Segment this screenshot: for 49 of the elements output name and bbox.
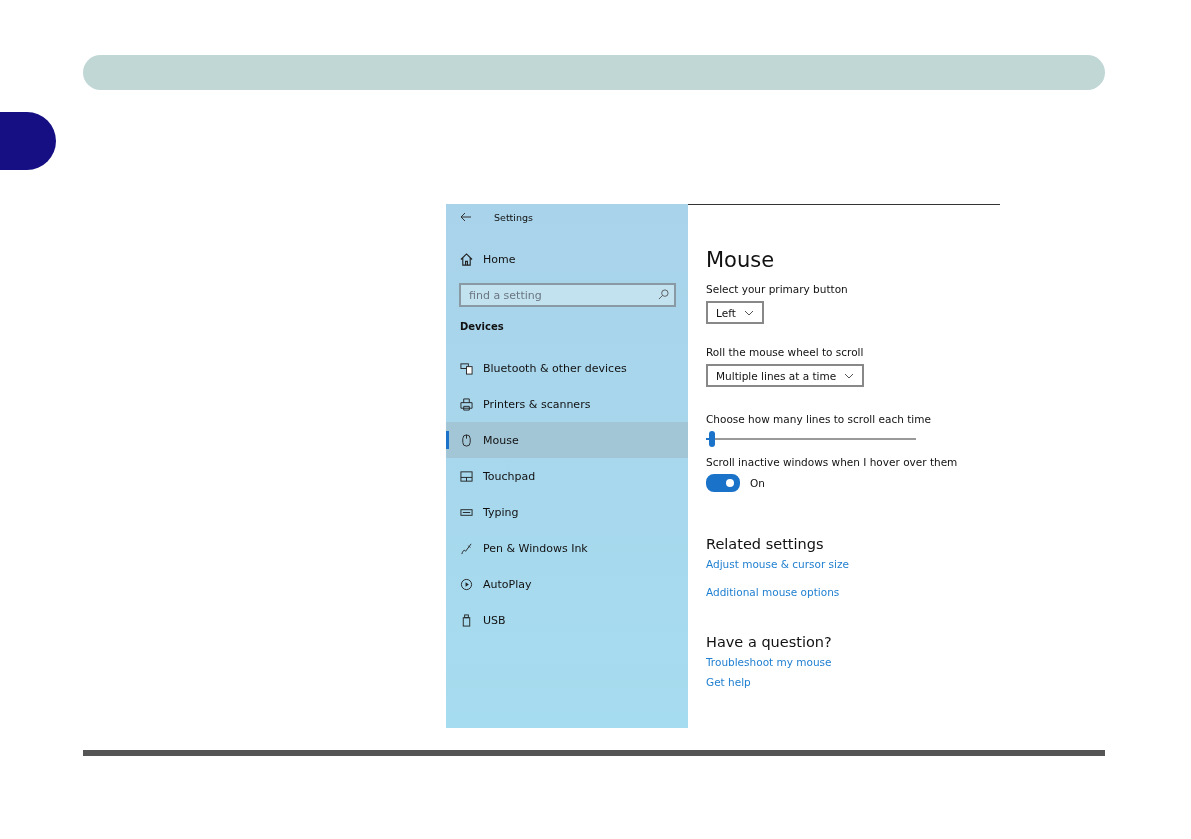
item-label: USB xyxy=(483,613,506,627)
chevron-down-icon xyxy=(743,309,754,316)
mouse-icon xyxy=(460,433,473,447)
section-heading: Have a question? xyxy=(706,634,832,650)
setting-label: Scroll inactive windows when I hover over them xyxy=(706,456,958,468)
item-label: Mouse xyxy=(483,433,519,447)
slider-thumb[interactable] xyxy=(709,431,716,447)
section-heading: Devices xyxy=(460,321,505,332)
item-label: Touchpad xyxy=(483,469,536,483)
sidebar-item[interactable]: Typing xyxy=(446,494,688,530)
touchpad-icon xyxy=(460,469,473,483)
setting-label: Choose how many lines to scroll each time xyxy=(706,413,931,425)
item-label: Printers & scanners xyxy=(483,397,591,411)
item-label: AutoPlay xyxy=(483,577,532,591)
chevron-down-icon xyxy=(844,372,855,379)
home-item[interactable]: Home xyxy=(446,249,688,269)
item-label: Bluetooth & other devices xyxy=(483,361,627,375)
dropdown[interactable]: Left xyxy=(706,301,764,324)
printer-icon xyxy=(460,397,473,411)
sidebar-item[interactable]: Touchpad xyxy=(446,458,688,494)
page-title: Mouse xyxy=(706,247,775,273)
item-label: Typing xyxy=(483,505,519,519)
link[interactable]: Additional mouse options xyxy=(706,586,840,598)
link[interactable]: Adjust mouse & cursor size xyxy=(706,558,849,570)
back-arrow-icon[interactable] xyxy=(460,212,472,222)
usb-icon xyxy=(460,613,473,627)
autoplay-icon xyxy=(460,577,473,591)
pen-icon xyxy=(460,541,473,555)
item-label: Pen & Windows Ink xyxy=(483,541,588,555)
device-icon xyxy=(460,361,473,375)
search-field[interactable]: find a setting xyxy=(459,283,676,307)
home-label: Home xyxy=(483,252,516,266)
setting-label: Roll the mouse wheel to scroll xyxy=(706,346,864,358)
section-heading: Related settings xyxy=(706,536,824,552)
toggle-switch[interactable] xyxy=(706,474,740,492)
search-icon xyxy=(658,289,669,300)
link[interactable]: Get help xyxy=(706,676,751,688)
sidebar-item[interactable]: AutoPlay xyxy=(446,566,688,602)
toggle-state: On xyxy=(750,477,765,489)
sidebar-item[interactable]: Mouse xyxy=(446,422,688,458)
sidebar-item[interactable]: Printers & scanners xyxy=(446,386,688,422)
dropdown[interactable]: Multiple lines at a time xyxy=(706,364,865,387)
sidebar-item[interactable]: USB xyxy=(446,602,688,638)
link[interactable]: Troubleshoot my mouse xyxy=(706,656,832,668)
sidebar-item[interactable]: Bluetooth & other devices xyxy=(446,350,688,386)
home-icon xyxy=(460,252,473,266)
window-title: Settings xyxy=(494,211,533,223)
setting-label: Select your primary button xyxy=(706,283,848,295)
sidebar-item[interactable]: Pen & Windows Ink xyxy=(446,530,688,566)
